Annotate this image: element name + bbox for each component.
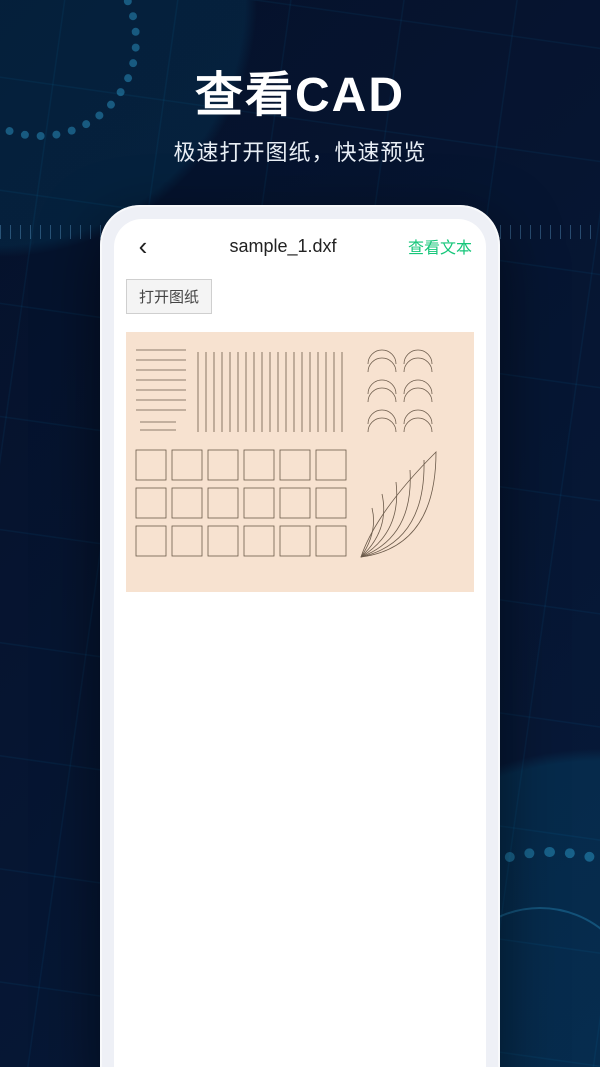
- promo-headline: 查看CAD 极速打开图纸，快速预览: [0, 55, 600, 167]
- open-drawing-button[interactable]: 打开图纸: [126, 279, 212, 314]
- toolbar: 打开图纸: [114, 273, 486, 324]
- chevron-left-icon: ‹: [139, 231, 148, 261]
- back-button[interactable]: ‹: [128, 231, 158, 262]
- view-text-button[interactable]: 查看文本: [408, 234, 472, 258]
- promo-title: 查看CAD: [0, 55, 600, 125]
- file-title: sample_1.dxf: [158, 236, 408, 257]
- cad-preview[interactable]: [126, 332, 474, 592]
- app-bar: ‹ sample_1.dxf 查看文本: [114, 219, 486, 273]
- phone-mockup: ‹ sample_1.dxf 查看文本 打开图纸: [100, 205, 500, 1067]
- promo-subtitle: 极速打开图纸，快速预览: [0, 135, 600, 167]
- app-screen: ‹ sample_1.dxf 查看文本 打开图纸: [114, 219, 486, 1067]
- cad-drawing-svg: [126, 332, 474, 592]
